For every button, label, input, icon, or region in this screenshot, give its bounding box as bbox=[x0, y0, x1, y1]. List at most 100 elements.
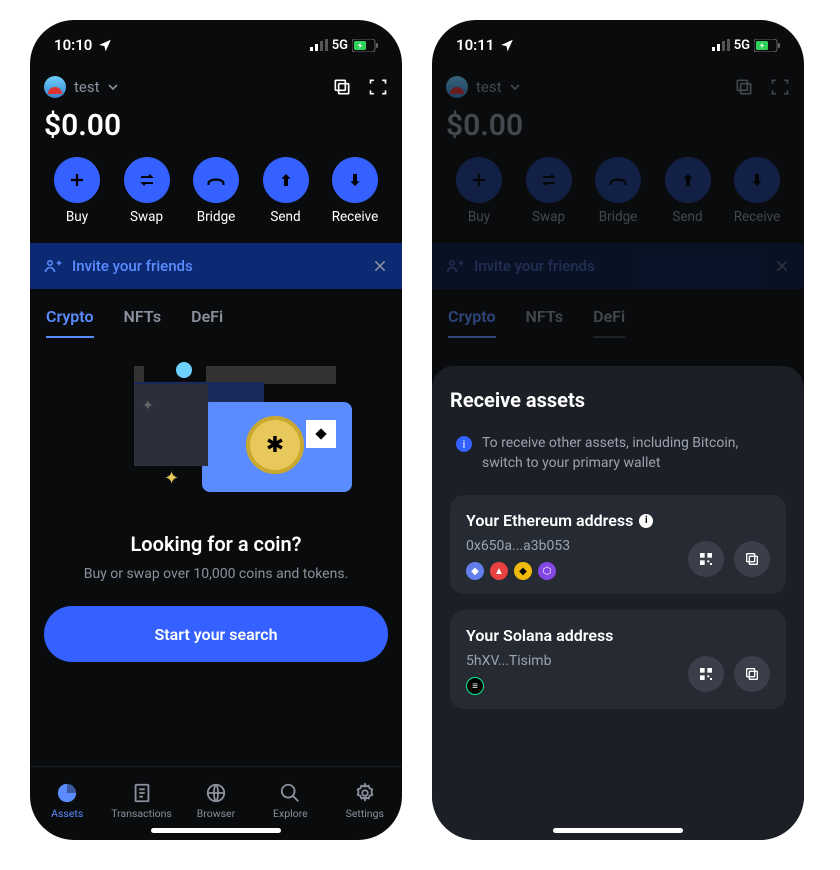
bridge-icon bbox=[608, 170, 628, 190]
account-selector[interactable]: test bbox=[446, 76, 520, 98]
account-selector[interactable]: test bbox=[44, 76, 118, 98]
invite-label: Invite your friends bbox=[474, 257, 595, 275]
phone-receive-sheet: 10:11 5G test $0. bbox=[432, 20, 804, 840]
status-time: 10:11 bbox=[456, 36, 494, 54]
address-value: 5hXV...Tisimb bbox=[466, 653, 551, 669]
bnb-chain-icon: ◆ bbox=[514, 562, 532, 580]
nav-browser[interactable]: Browser bbox=[185, 782, 247, 820]
location-icon bbox=[98, 38, 112, 52]
pie-icon bbox=[56, 782, 78, 804]
account-avatar bbox=[446, 76, 468, 98]
ethereum-address-card[interactable]: Your Ethereum address i 0x650a...a3b053 … bbox=[450, 495, 786, 594]
swap-icon bbox=[540, 171, 558, 189]
signal-icon bbox=[310, 39, 328, 51]
buy-action[interactable]: Buy bbox=[448, 157, 510, 225]
globe-icon bbox=[205, 782, 227, 804]
nav-explore[interactable]: Explore bbox=[259, 782, 321, 820]
home-indicator[interactable] bbox=[151, 828, 281, 833]
solana-chain-icon: ≡ bbox=[466, 677, 484, 695]
tab-nfts[interactable]: NFTs bbox=[526, 307, 564, 338]
info-row: i To receive other assets, including Bit… bbox=[450, 434, 786, 473]
info-icon: i bbox=[456, 436, 472, 452]
bridge-action[interactable]: Bridge bbox=[587, 157, 649, 225]
bridge-icon bbox=[206, 170, 226, 190]
action-label: Bridge bbox=[197, 209, 236, 225]
bridge-action[interactable]: Bridge bbox=[185, 157, 247, 225]
empty-state: ✦ ✦ ✱ Looking for a coin? Buy or swap ov… bbox=[44, 360, 388, 662]
empty-subtitle: Buy or swap over 10,000 coins and tokens… bbox=[68, 566, 365, 582]
tab-defi[interactable]: DeFi bbox=[593, 307, 625, 338]
chevron-down-icon bbox=[108, 82, 118, 92]
tab-crypto[interactable]: Crypto bbox=[46, 307, 94, 338]
swap-action[interactable]: Swap bbox=[116, 157, 178, 225]
account-name: test bbox=[74, 78, 100, 96]
close-icon[interactable] bbox=[774, 258, 790, 274]
account-row: test bbox=[446, 76, 790, 98]
arrow-down-icon bbox=[347, 172, 363, 188]
invite-label: Invite your friends bbox=[72, 257, 193, 275]
copy-icon[interactable] bbox=[734, 77, 754, 97]
status-time: 10:10 bbox=[54, 36, 92, 54]
address-title: Your Ethereum address bbox=[466, 511, 633, 530]
tabs: Crypto NFTs DeFi bbox=[44, 307, 388, 338]
nav-settings[interactable]: Settings bbox=[334, 782, 396, 820]
action-label: Swap bbox=[130, 209, 163, 225]
scan-icon[interactable] bbox=[368, 77, 388, 97]
action-label: Receive bbox=[332, 209, 379, 225]
invite-banner[interactable]: Invite your friends bbox=[432, 243, 804, 289]
plus-icon bbox=[68, 171, 86, 189]
account-avatar bbox=[44, 76, 66, 98]
scan-icon[interactable] bbox=[770, 77, 790, 97]
empty-title: Looking for a coin? bbox=[131, 532, 302, 556]
send-action[interactable]: Send bbox=[255, 157, 317, 225]
wallet-illustration: ✦ ✦ ✱ bbox=[106, 366, 326, 506]
polygon-chain-icon: ⬡ bbox=[538, 562, 556, 580]
nav-assets[interactable]: Assets bbox=[36, 782, 98, 820]
buy-action[interactable]: Buy bbox=[46, 157, 108, 225]
chain-badges: ≡ bbox=[466, 677, 551, 695]
account-row: test bbox=[44, 76, 388, 98]
chain-badges: ◆ ▲ ◆ ⬡ bbox=[466, 562, 570, 580]
tabs: Crypto NFTs DeFi bbox=[446, 307, 790, 338]
receive-action[interactable]: Receive bbox=[726, 157, 788, 225]
status-bar: 10:10 5G bbox=[30, 20, 402, 70]
receive-action[interactable]: Receive bbox=[324, 157, 386, 225]
copy-button[interactable] bbox=[734, 656, 770, 692]
address-title: Your Solana address bbox=[466, 626, 613, 645]
tab-crypto[interactable]: Crypto bbox=[448, 307, 496, 338]
arrow-up-icon bbox=[278, 172, 294, 188]
info-icon[interactable]: i bbox=[639, 514, 653, 528]
swap-icon bbox=[138, 171, 156, 189]
status-bar: 10:11 5G bbox=[432, 20, 804, 70]
ethereum-chain-icon: ◆ bbox=[466, 562, 484, 580]
copy-icon[interactable] bbox=[332, 77, 352, 97]
start-search-button[interactable]: Start your search bbox=[44, 606, 388, 662]
receive-sheet: Receive assets i To receive other assets… bbox=[432, 366, 804, 840]
tab-defi[interactable]: DeFi bbox=[191, 307, 223, 338]
phone-assets-screen: 10:10 5G test bbox=[30, 20, 402, 840]
copy-button[interactable] bbox=[734, 541, 770, 577]
home-indicator[interactable] bbox=[553, 828, 683, 833]
qr-button[interactable] bbox=[688, 541, 724, 577]
solana-address-card[interactable]: Your Solana address 5hXV...Tisimb ≡ bbox=[450, 610, 786, 709]
tab-nfts[interactable]: NFTs bbox=[124, 307, 162, 338]
info-text: To receive other assets, including Bitco… bbox=[482, 434, 780, 473]
signal-icon bbox=[712, 39, 730, 51]
invite-friend-icon bbox=[446, 257, 464, 275]
arrow-up-icon bbox=[680, 172, 696, 188]
send-action[interactable]: Send bbox=[657, 157, 719, 225]
invite-banner[interactable]: Invite your friends bbox=[30, 243, 402, 289]
invite-friend-icon bbox=[44, 257, 62, 275]
doc-icon bbox=[131, 782, 153, 804]
plus-icon bbox=[470, 171, 488, 189]
gear-icon bbox=[354, 782, 376, 804]
qr-button[interactable] bbox=[688, 656, 724, 692]
network-label: 5G bbox=[332, 38, 348, 53]
balance-value: $0.00 bbox=[44, 108, 388, 143]
nav-transactions[interactable]: Transactions bbox=[111, 782, 173, 820]
swap-action[interactable]: Swap bbox=[518, 157, 580, 225]
sheet-title: Receive assets bbox=[450, 388, 786, 412]
chevron-down-icon bbox=[510, 82, 520, 92]
close-icon[interactable] bbox=[372, 258, 388, 274]
network-label: 5G bbox=[734, 38, 750, 53]
